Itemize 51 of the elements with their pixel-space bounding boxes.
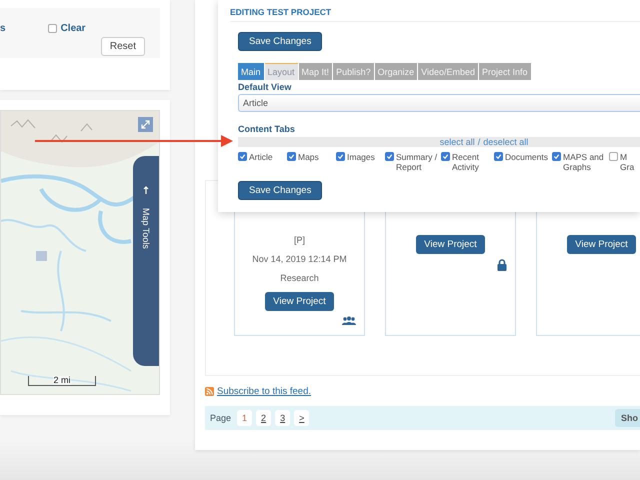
default-view-select[interactable]: Article (238, 94, 640, 112)
content-tab-label: MAPS and Graphs (563, 152, 605, 172)
project-date: Nov 14, 2019 12:14 PM (252, 254, 347, 264)
content-tab-checkbox[interactable] (552, 152, 561, 161)
content-tab-label: Recent Activity (452, 152, 480, 172)
content-tab-label: Summary / Report (396, 152, 438, 172)
view-project-button[interactable]: View Project (567, 235, 636, 254)
page-label: Page (210, 413, 232, 423)
content-tab-checkbox[interactable] (609, 152, 618, 161)
content-tab-checkbox[interactable] (336, 152, 345, 161)
next-page-link[interactable]: > (294, 410, 310, 426)
map-view[interactable]: Map Tools 2 mi (0, 110, 160, 395)
content-tab-label: Images (347, 152, 375, 162)
content-tab-checkbox[interactable] (238, 152, 247, 161)
subscribe-link[interactable]: Subscribe to this feed. (217, 386, 311, 397)
separator: / (478, 137, 480, 147)
content-tab-checkbox[interactable] (287, 152, 296, 161)
content-tabs-label: Content Tabs (238, 124, 295, 134)
people-icon (342, 316, 356, 325)
reset-button[interactable]: Reset (100, 37, 145, 56)
content-tab-label: Article (249, 152, 273, 162)
expand-button[interactable] (138, 117, 153, 132)
project-code: [P] (294, 235, 305, 245)
content-tab-checkbox[interactable] (441, 152, 450, 161)
project-category: Research (280, 273, 319, 283)
lock-icon (497, 259, 507, 271)
view-project-button[interactable]: View Project (416, 235, 485, 254)
show-button[interactable]: Sho (615, 409, 640, 427)
content-tab-checkbox[interactable] (494, 152, 503, 161)
select-all-link[interactable]: select all (440, 137, 475, 147)
default-view-label: Default View (238, 82, 292, 92)
content-tab-checkbox[interactable] (385, 152, 394, 161)
content-tab-label: M Gra (620, 152, 636, 172)
filter-label: s (0, 23, 6, 34)
scale-bar: 2 mi (28, 376, 96, 386)
arrow-icon (143, 186, 149, 194)
map-tools-tab[interactable]: Map Tools (133, 156, 159, 366)
editor-tab[interactable]: Main (238, 63, 264, 80)
save-changes-button[interactable]: Save Changes (238, 32, 322, 51)
view-project-button[interactable]: View Project (265, 292, 334, 311)
content-tab-label: Documents (505, 152, 548, 162)
deselect-all-link[interactable]: deselect all (483, 137, 528, 147)
rss-icon (205, 387, 214, 396)
page-link[interactable]: 1 (237, 410, 252, 426)
page-link[interactable]: 3 (275, 410, 290, 426)
editor-title: EDITING TEST PROJECT (230, 0, 640, 22)
clear-label[interactable]: Clear (60, 23, 86, 34)
save-changes-button[interactable]: Save Changes (238, 181, 322, 200)
content-tab-label: Maps (298, 152, 319, 162)
clear-checkbox[interactable] (48, 24, 57, 33)
page-link[interactable]: 2 (256, 410, 272, 426)
